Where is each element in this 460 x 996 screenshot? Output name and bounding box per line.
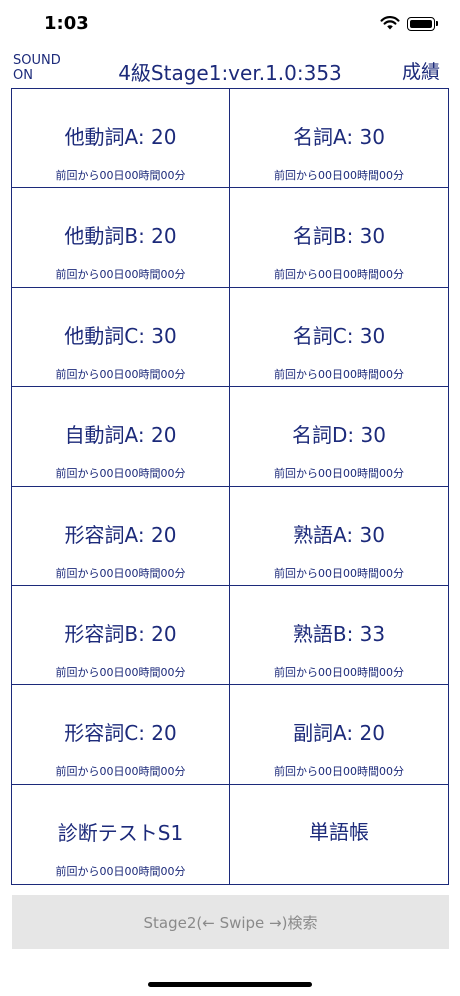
category-elapsed: 前回から00日00時間00分 xyxy=(55,665,186,679)
category-label: 診断テストS1 xyxy=(57,820,184,845)
category-elapsed: 前回から00日00時間00分 xyxy=(55,467,186,481)
category-cell[interactable]: 他動詞C: 30 前回から00日00時間00分 xyxy=(12,287,230,388)
category-label: 他動詞A: 20 xyxy=(64,125,177,149)
category-label: 名詞D: 30 xyxy=(292,423,386,448)
category-cell[interactable]: 熟語A: 30 前回から00日00時間00分 xyxy=(230,487,448,586)
home-indicator[interactable] xyxy=(148,982,312,987)
category-label: 他動詞C: 30 xyxy=(64,323,177,348)
category-elapsed: 前回から00日00時間00分 xyxy=(55,864,186,878)
category-elapsed: 前回から00日00時間00分 xyxy=(274,268,404,282)
category-elapsed: 前回から00日00時間00分 xyxy=(55,169,186,182)
score-button[interactable]: 成績 xyxy=(402,57,440,84)
wordbook-label: 単語帳 xyxy=(309,819,369,844)
category-label: 自動詞A: 20 xyxy=(64,423,177,448)
category-grid: 他動詞A: 20 前回から00日00時間00分 名詞A: 30 前回から00日0… xyxy=(11,88,449,885)
category-cell[interactable]: 副詞A: 20 前回から00日00時間00分 xyxy=(230,685,448,785)
battery-cap xyxy=(436,21,438,26)
category-label: 他動詞B: 20 xyxy=(64,224,177,249)
wordbook-cell[interactable]: 単語帳 xyxy=(230,785,448,884)
category-elapsed: 前回から00日00時間00分 xyxy=(55,367,186,381)
category-cell[interactable]: 他動詞B: 20 前回から00日00時間00分 xyxy=(12,188,230,288)
category-label: 名詞C: 30 xyxy=(292,323,386,348)
category-elapsed: 前回から00日00時間00分 xyxy=(274,665,404,679)
category-label: 名詞A: 30 xyxy=(293,125,385,149)
category-cell[interactable]: 他動詞A: 20 前回から00日00時間00分 xyxy=(12,89,230,189)
status-bar: 1:03 xyxy=(0,0,460,50)
category-label: 熟語B: 33 xyxy=(292,621,386,646)
category-cell[interactable]: 形容詞B: 20 前回から00日00時間00分 xyxy=(12,585,230,686)
category-label: 副詞A: 20 xyxy=(293,721,385,746)
category-cell[interactable]: 自動詞A: 20 前回から00日00時間00分 xyxy=(12,387,230,487)
stage2-search-button[interactable]: Stage2(← Swipe →)検索 xyxy=(12,895,449,949)
wifi-icon xyxy=(380,16,400,30)
category-label: 熟語A: 30 xyxy=(293,522,385,547)
category-cell[interactable]: 熟語B: 33 前回から00日00時間00分 xyxy=(230,586,448,686)
category-cell[interactable]: 名詞B: 30 前回から00日00時間00分 xyxy=(230,188,448,288)
category-elapsed: 前回から00日00時間00分 xyxy=(55,268,186,282)
category-cell[interactable]: 名詞A: 30 前回から00日00時間00分 xyxy=(230,89,448,189)
category-label: 形容詞B: 20 xyxy=(64,621,177,646)
category-cell[interactable]: 名詞D: 30 前回から00日00時間00分 xyxy=(230,387,448,487)
category-elapsed: 前回から00日00時間00分 xyxy=(274,467,404,481)
category-cell[interactable]: 形容詞C: 20 前回から00日00時間00分 xyxy=(12,685,230,785)
category-elapsed: 前回から00日00時間00分 xyxy=(274,169,404,182)
battery-icon xyxy=(407,17,435,31)
page-title: 4級Stage1:ver.1.0:353 xyxy=(118,61,342,85)
category-label: 形容詞C: 20 xyxy=(64,721,177,746)
category-label: 名詞B: 30 xyxy=(292,224,386,249)
category-label: 形容詞A: 20 xyxy=(64,522,177,547)
category-elapsed: 前回から00日00時間00分 xyxy=(274,765,404,779)
header: SOUND ON 4級Stage1:ver.1.0:353 成績 xyxy=(0,52,460,88)
status-time: 1:03 xyxy=(44,13,89,34)
category-elapsed: 前回から00日00時間00分 xyxy=(55,566,186,580)
category-cell[interactable]: 形容詞A: 20 前回から00日00時間00分 xyxy=(12,486,230,586)
category-elapsed: 前回から00日00時間00分 xyxy=(274,566,404,580)
diagnostic-test-cell[interactable]: 診断テストS1 前回から00日00時間00分 xyxy=(12,784,230,884)
category-cell[interactable]: 名詞C: 30 前回から00日00時間00分 xyxy=(230,288,448,388)
category-elapsed: 前回から00日00時間00分 xyxy=(274,367,404,381)
category-elapsed: 前回から00日00時間00分 xyxy=(55,765,186,779)
